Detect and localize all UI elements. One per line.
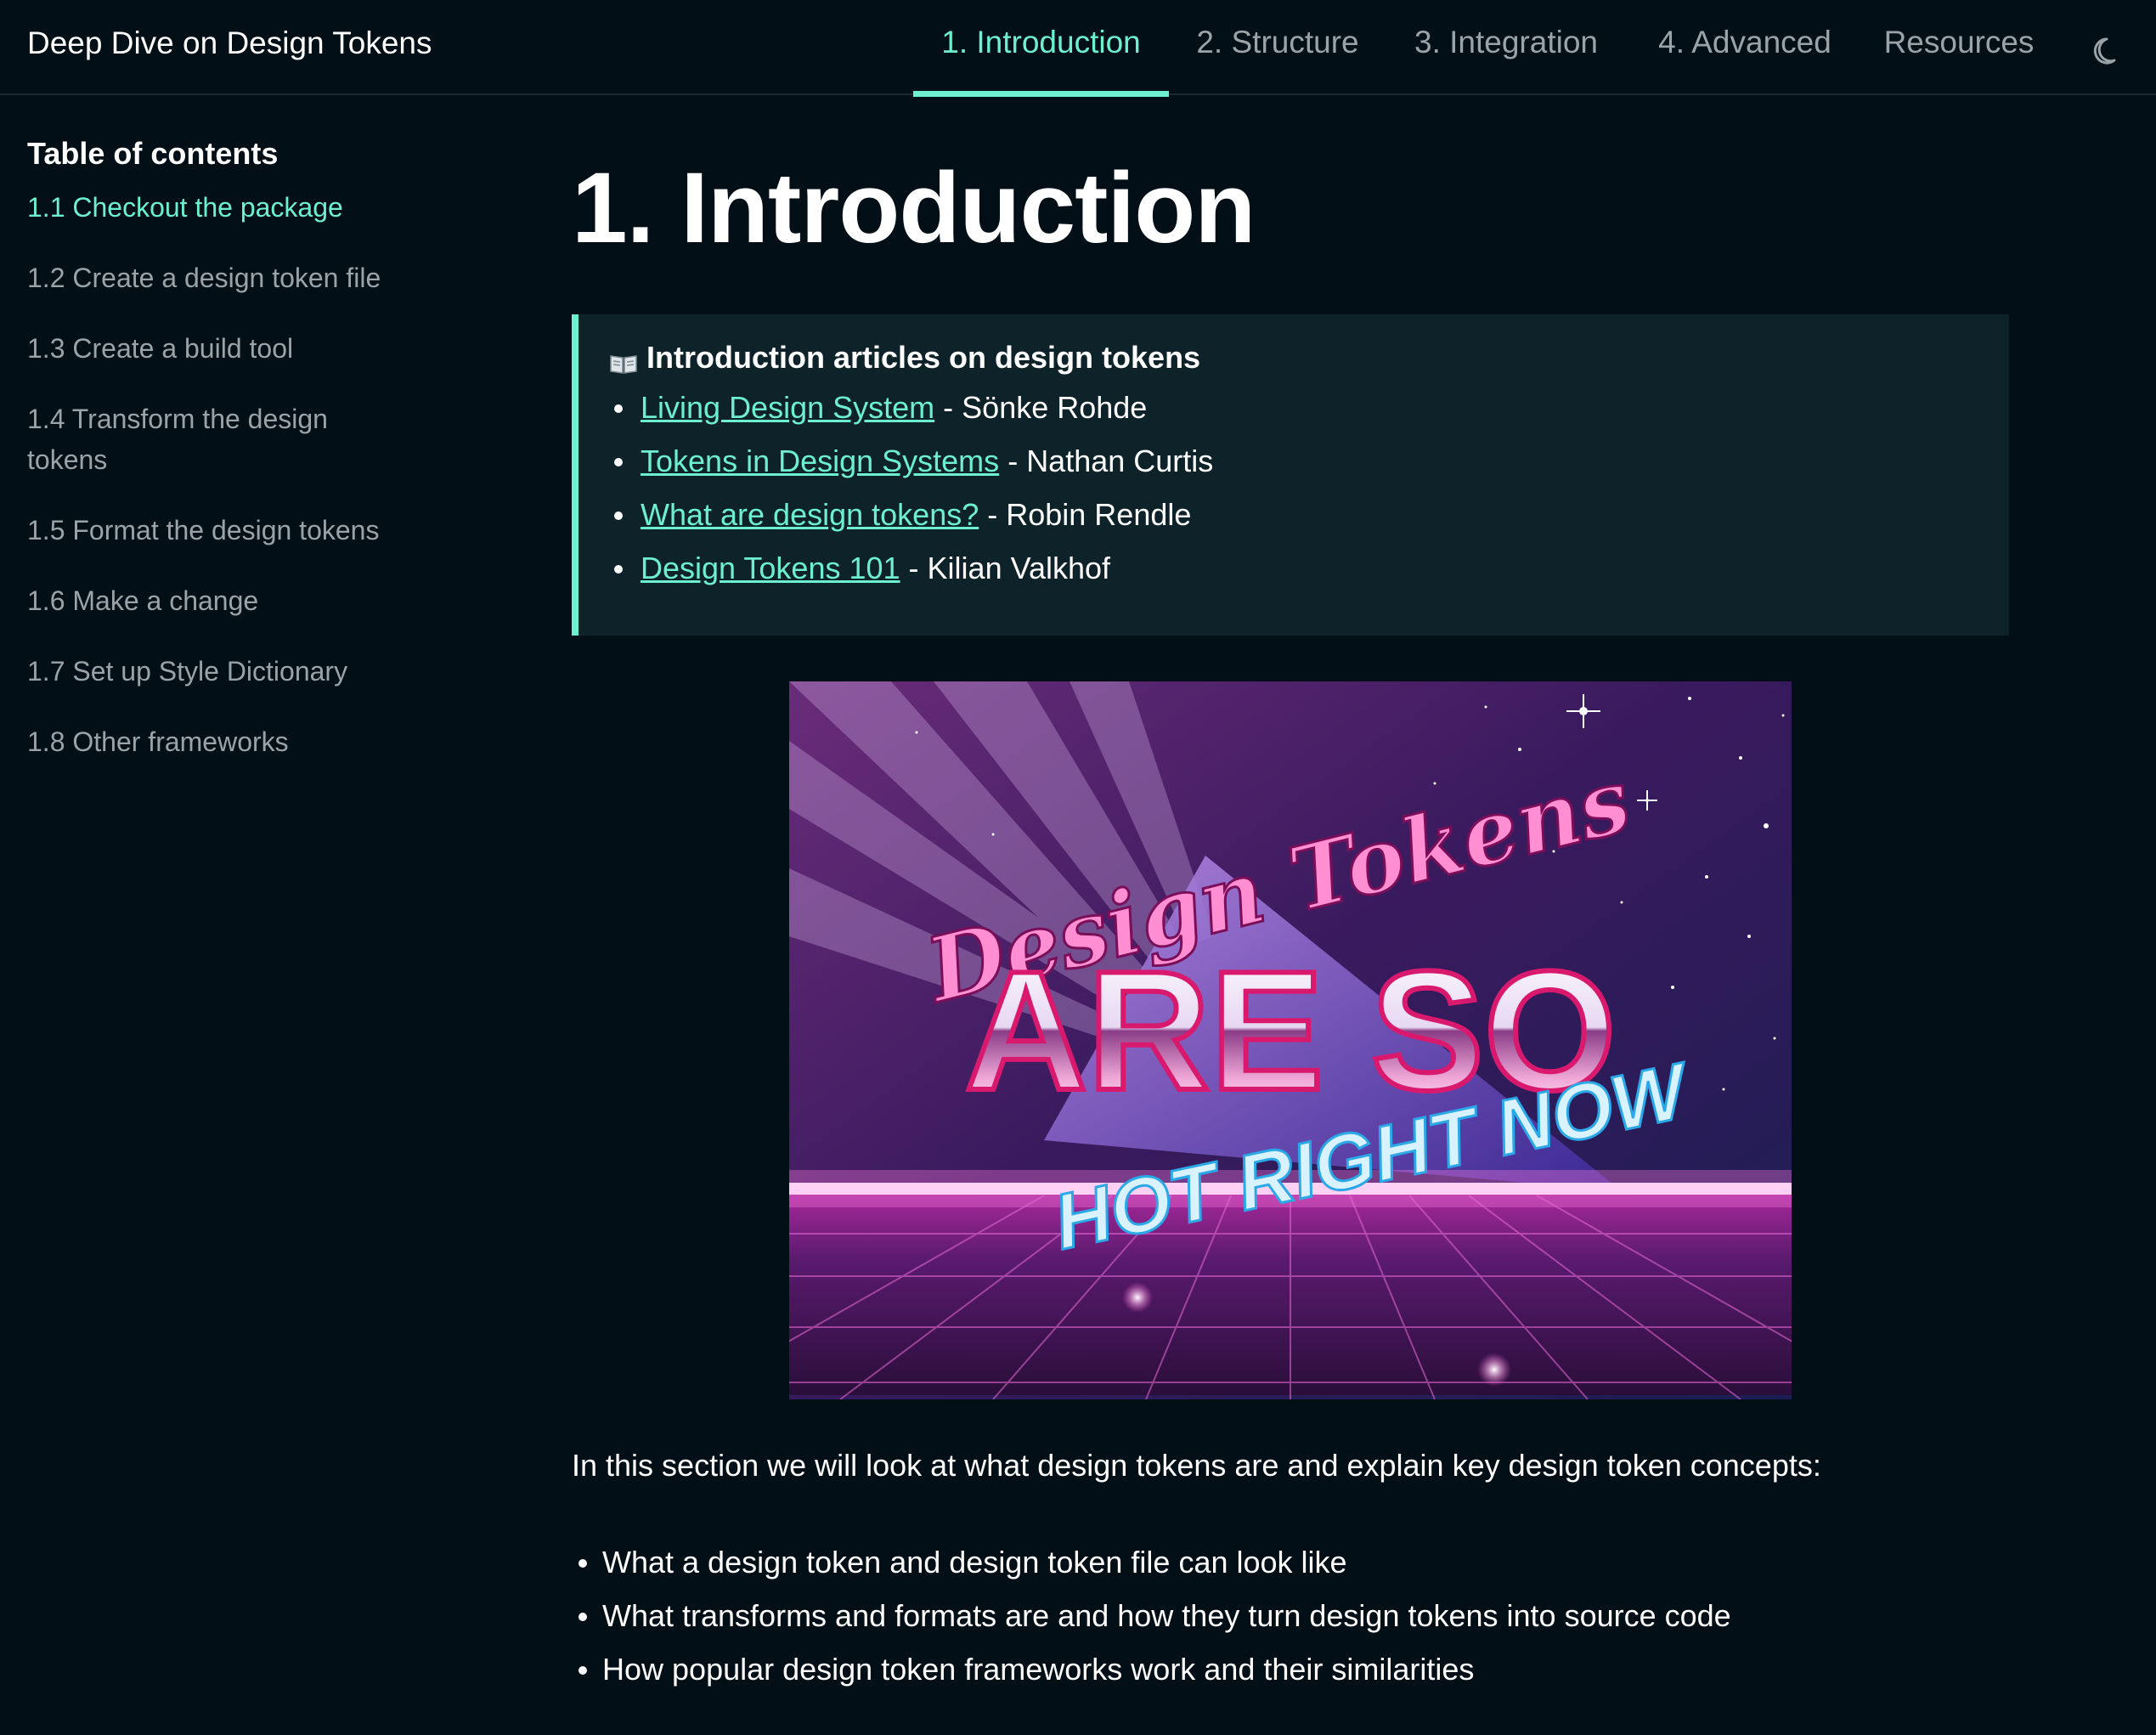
toc-item-transform-tokens[interactable]: 1.4 Transform the design tokens [27, 398, 367, 480]
toc-item-other-frameworks[interactable]: 1.8 Other frameworks [27, 721, 401, 762]
callout-title: Introduction articles on design tokens [646, 340, 1201, 375]
article-link-living-design-system[interactable]: Living Design System [641, 390, 934, 425]
list-item: Living Design System - Sönke Rohde [609, 381, 2009, 434]
list-item: Tokens in Design Systems - Nathan Curtis [609, 434, 2009, 488]
intro-articles-callout: Introduction articles on design tokens L… [572, 314, 2009, 636]
separator: - [900, 551, 928, 585]
tab-advanced[interactable]: 4. Advanced [1651, 0, 1838, 95]
hero-meme-image: Design Tokens ARE SO HOT RIGHT NOW [789, 681, 1792, 1399]
toc-item-checkout-package[interactable]: 1.1 Checkout the package [27, 187, 401, 228]
article-author: Sönke Rohde [962, 390, 1148, 425]
tab-resources[interactable]: Resources [1882, 0, 2035, 95]
list-item: How popular design token frameworks work… [572, 1642, 2009, 1696]
concept-list: What a design token and design token fil… [572, 1535, 2009, 1696]
toc-item-make-change[interactable]: 1.6 Make a change [27, 580, 401, 621]
page-title: 1. Introduction [572, 152, 1256, 264]
separator: - [979, 497, 1007, 532]
top-navigation-bar: Deep Dive on Design Tokens 1. Introducti… [0, 0, 2156, 97]
article-author: Kilian Valkhof [927, 551, 1111, 585]
intro-paragraph: In this section we will look at what des… [572, 1448, 1821, 1483]
article-author: Robin Rendle [1006, 497, 1192, 532]
tab-integration[interactable]: 3. Integration [1410, 0, 1602, 95]
tab-structure[interactable]: 2. Structure [1184, 0, 1371, 95]
list-item: Design Tokens 101 - Kilian Valkhof [609, 541, 2009, 595]
list-item: What are design tokens? - Robin Rendle [609, 488, 2009, 541]
toc-item-format-tokens[interactable]: 1.5 Format the design tokens [27, 510, 401, 551]
site-title[interactable]: Deep Dive on Design Tokens [27, 25, 432, 61]
toc-item-create-build-tool[interactable]: 1.3 Create a build tool [27, 328, 401, 369]
separator: - [999, 444, 1027, 478]
list-item: What transforms and formats are and how … [572, 1589, 2009, 1642]
toc-item-style-dictionary[interactable]: 1.7 Set up Style Dictionary [27, 651, 401, 692]
main-content: 1. Introduction Introduction articles on… [572, 152, 2009, 1687]
toc-item-create-token-file[interactable]: 1.2 Create a design token file [27, 257, 401, 298]
article-list: Living Design System - Sönke Rohde Token… [609, 381, 2009, 595]
article-link-what-are-design-tokens[interactable]: What are design tokens? [641, 497, 979, 532]
article-link-tokens-in-design-systems[interactable]: Tokens in Design Systems [641, 444, 999, 478]
book-icon [609, 347, 638, 374]
toc-heading: Table of contents [27, 136, 279, 171]
separator: - [934, 390, 962, 425]
article-author: Nathan Curtis [1026, 444, 1214, 478]
list-item: What a design token and design token fil… [572, 1535, 2009, 1589]
moon-icon[interactable] [2090, 32, 2127, 70]
tab-introduction[interactable]: 1. Introduction [913, 0, 1169, 97]
table-of-contents: Table of contents 1.1 Checkout the packa… [27, 136, 401, 792]
article-link-design-tokens-101[interactable]: Design Tokens 101 [641, 551, 900, 585]
callout-header: Introduction articles on design tokens [609, 340, 2009, 376]
